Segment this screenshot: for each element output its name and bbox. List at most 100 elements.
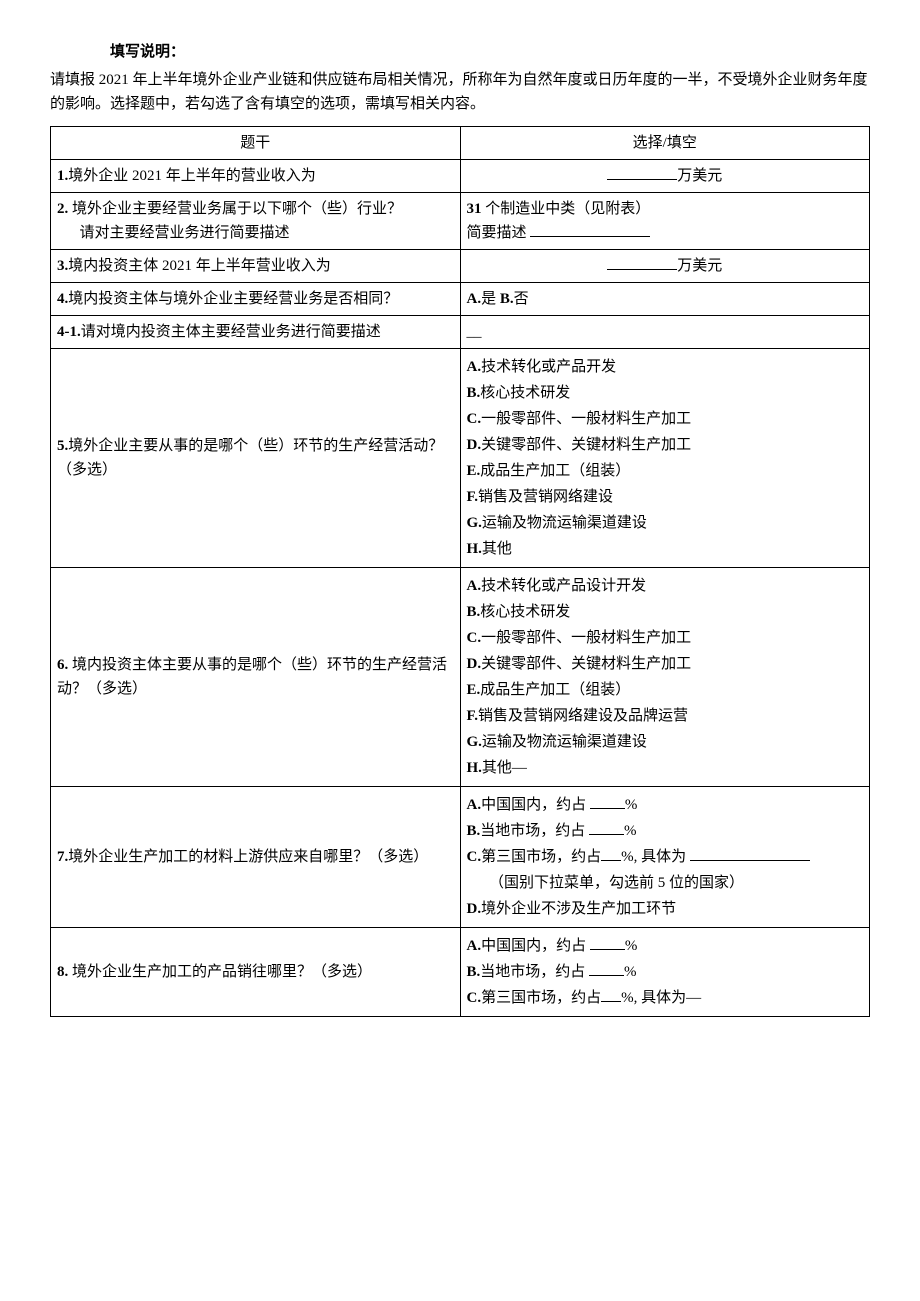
- q5-B[interactable]: 核心技术研发: [480, 385, 570, 401]
- q6-A[interactable]: 技术转化或产品设计开发: [481, 578, 646, 594]
- q8-C-blank[interactable]: [601, 986, 621, 1002]
- q4-optB[interactable]: 否: [514, 291, 529, 307]
- table-row: 6. 境内投资主体主要从事的是哪个（些）环节的生产经营活动？（多选） A.技术转…: [51, 568, 870, 787]
- table-row: 8. 境外企业生产加工的产品销往哪里？（多选） A.中国国内，约占 % B.当地…: [51, 928, 870, 1017]
- q6-F-p: F.: [467, 708, 479, 724]
- q6-E[interactable]: 成品生产加工（组装）: [480, 682, 630, 698]
- q6-H[interactable]: 其他―: [482, 760, 527, 776]
- q8-A-blank[interactable]: [590, 934, 625, 950]
- table-row: 1.境外企业 2021 年上半年的营业收入为 万美元: [51, 160, 870, 193]
- q3-stem: 3.境内投资主体 2021 年上半年营业收入为: [51, 250, 461, 283]
- q5-E-p: E.: [467, 463, 481, 479]
- q6-B-p: B.: [467, 604, 481, 620]
- q8-C-pre[interactable]: 第三国市场，约占: [481, 990, 601, 1006]
- q7-stem: 7.境外企业生产加工的材料上游供应来自哪里？（多选）: [51, 787, 461, 928]
- q1-text: 境外企业 2021 年上半年的营业收入为: [68, 168, 316, 184]
- questionnaire-table: 题干 选择/填空 1.境外企业 2021 年上半年的营业收入为 万美元 2. 境…: [50, 126, 870, 1017]
- q2-desc-label: 简要描述: [467, 225, 531, 241]
- q5-E[interactable]: 成品生产加工（组装）: [480, 463, 630, 479]
- q3-number: 3.: [57, 258, 68, 274]
- q6-G-p: G.: [467, 734, 482, 750]
- q4-stem: 4.境内投资主体与境外企业主要经营业务是否相同？: [51, 283, 461, 316]
- q5-H[interactable]: 其他: [482, 541, 512, 557]
- q7-B-pre[interactable]: 当地市场，约占: [480, 823, 589, 839]
- q4-optA-p: A.: [467, 291, 482, 307]
- q4-number: 4.: [57, 291, 68, 307]
- q6-A-p: A.: [467, 578, 482, 594]
- q1-blank[interactable]: [607, 164, 677, 180]
- q7-number: 7.: [57, 849, 68, 865]
- q7-answer[interactable]: A.中国国内，约占 % B.当地市场，约占 % C.第三国市场，约占%, 具体为…: [460, 787, 870, 928]
- q2-ans-rest: 个制造业中类（见附表）: [482, 201, 651, 217]
- q3-text: 境内投资主体 2021 年上半年营业收入为: [68, 258, 331, 274]
- q2-ans-prefix: 31: [467, 201, 482, 217]
- q6-stem: 6. 境内投资主体主要从事的是哪个（些）环节的生产经营活动？（多选）: [51, 568, 461, 787]
- q7-C-pre[interactable]: 第三国市场，约占: [481, 849, 601, 865]
- q6-answer[interactable]: A.技术转化或产品设计开发 B.核心技术研发 C.一般零部件、一般材料生产加工 …: [460, 568, 870, 787]
- table-header-row: 题干 选择/填空: [51, 127, 870, 160]
- q8-text: 境外企业生产加工的产品销往哪里？（多选）: [68, 964, 372, 980]
- q7-A-blank[interactable]: [590, 793, 625, 809]
- q6-H-p: H.: [467, 760, 482, 776]
- q5-D[interactable]: 关键零部件、关键材料生产加工: [481, 437, 691, 453]
- q7-D-p: D.: [467, 901, 482, 917]
- q5-G[interactable]: 运输及物流运输渠道建设: [482, 515, 647, 531]
- q5-stem: 5.境外企业主要从事的是哪个（些）环节的生产经营活动？（多选）: [51, 349, 461, 568]
- q5-answer[interactable]: A.技术转化或产品开发 B.核心技术研发 C.一般零部件、一般材料生产加工 D.…: [460, 349, 870, 568]
- q6-B[interactable]: 核心技术研发: [480, 604, 570, 620]
- q5-C-p: C.: [467, 411, 482, 427]
- q6-D[interactable]: 关键零部件、关键材料生产加工: [481, 656, 691, 672]
- q7-A-pre[interactable]: 中国国内，约占: [481, 797, 590, 813]
- q6-D-p: D.: [467, 656, 482, 672]
- q8-A-p: A.: [467, 938, 482, 954]
- q2-desc-blank[interactable]: [530, 221, 650, 237]
- q5-D-p: D.: [467, 437, 482, 453]
- q8-C-suf: %, 具体为―: [621, 990, 701, 1006]
- q8-A-suf: %: [625, 938, 638, 954]
- q1-stem: 1.境外企业 2021 年上半年的营业收入为: [51, 160, 461, 193]
- q4-optA[interactable]: 是: [481, 291, 500, 307]
- q7-C-blank2[interactable]: [690, 845, 810, 861]
- q5-A-p: A.: [467, 359, 482, 375]
- q5-F[interactable]: 销售及营销网络建设: [478, 489, 613, 505]
- q4-answer[interactable]: A.是 B.否: [460, 283, 870, 316]
- q7-text: 境外企业生产加工的材料上游供应来自哪里？（多选）: [68, 849, 428, 865]
- q7-B-suf: %: [624, 823, 637, 839]
- q4-1-text: 请对境内投资主体主要经营业务进行简要描述: [81, 324, 381, 340]
- q4-1-answer[interactable]: __: [460, 316, 870, 349]
- q1-number: 1.: [57, 168, 68, 184]
- q6-F[interactable]: 销售及营销网络建设及品牌运营: [478, 708, 688, 724]
- q8-B-suf: %: [624, 964, 637, 980]
- q5-number: 5.: [57, 438, 68, 454]
- q3-blank[interactable]: [607, 254, 677, 270]
- q8-answer[interactable]: A.中国国内，约占 % B.当地市场，约占 % C.第三国市场，约占%, 具体为…: [460, 928, 870, 1017]
- q7-B-blank[interactable]: [589, 819, 624, 835]
- q7-D[interactable]: 境外企业不涉及生产加工环节: [481, 901, 676, 917]
- table-row: 4-1.请对境内投资主体主要经营业务进行简要描述 __: [51, 316, 870, 349]
- table-row: 2. 境外企业主要经营业务属于以下哪个（些）行业？ 请对主要经营业务进行简要描述…: [51, 193, 870, 250]
- table-row: 5.境外企业主要从事的是哪个（些）环节的生产经营活动？（多选） A.技术转化或产…: [51, 349, 870, 568]
- q1-answer[interactable]: 万美元: [460, 160, 870, 193]
- q7-A-suf: %: [625, 797, 638, 813]
- q3-unit: 万美元: [677, 258, 722, 274]
- q5-H-p: H.: [467, 541, 482, 557]
- q2-text2: 请对主要经营业务进行简要描述: [57, 221, 454, 245]
- q8-B-p: B.: [467, 964, 481, 980]
- q5-A[interactable]: 技术转化或产品开发: [481, 359, 616, 375]
- q7-C-blank1[interactable]: [601, 845, 621, 861]
- q6-G[interactable]: 运输及物流运输渠道建设: [482, 734, 647, 750]
- q6-C[interactable]: 一般零部件、一般材料生产加工: [481, 630, 691, 646]
- q5-text: 境外企业主要从事的是哪个（些）环节的生产经营活动？（多选）: [57, 438, 443, 478]
- q5-C[interactable]: 一般零部件、一般材料生产加工: [481, 411, 691, 427]
- instructions-text: 请填报 2021 年上半年境外企业产业链和供应链布局相关情况，所称年为自然年度或…: [50, 68, 870, 116]
- table-row: 3.境内投资主体 2021 年上半年营业收入为 万美元: [51, 250, 870, 283]
- q2-answer[interactable]: 31 个制造业中类（见附表） 简要描述: [460, 193, 870, 250]
- document-container: 填写说明： 请填报 2021 年上半年境外企业产业链和供应链布局相关情况，所称年…: [50, 40, 870, 1017]
- q8-B-pre[interactable]: 当地市场，约占: [480, 964, 589, 980]
- header-answer: 选择/填空: [460, 127, 870, 160]
- q8-A-pre[interactable]: 中国国内，约占: [481, 938, 590, 954]
- q3-answer[interactable]: 万美元: [460, 250, 870, 283]
- q8-B-blank[interactable]: [589, 960, 624, 976]
- q5-F-p: F.: [467, 489, 479, 505]
- q2-number: 2.: [57, 201, 68, 217]
